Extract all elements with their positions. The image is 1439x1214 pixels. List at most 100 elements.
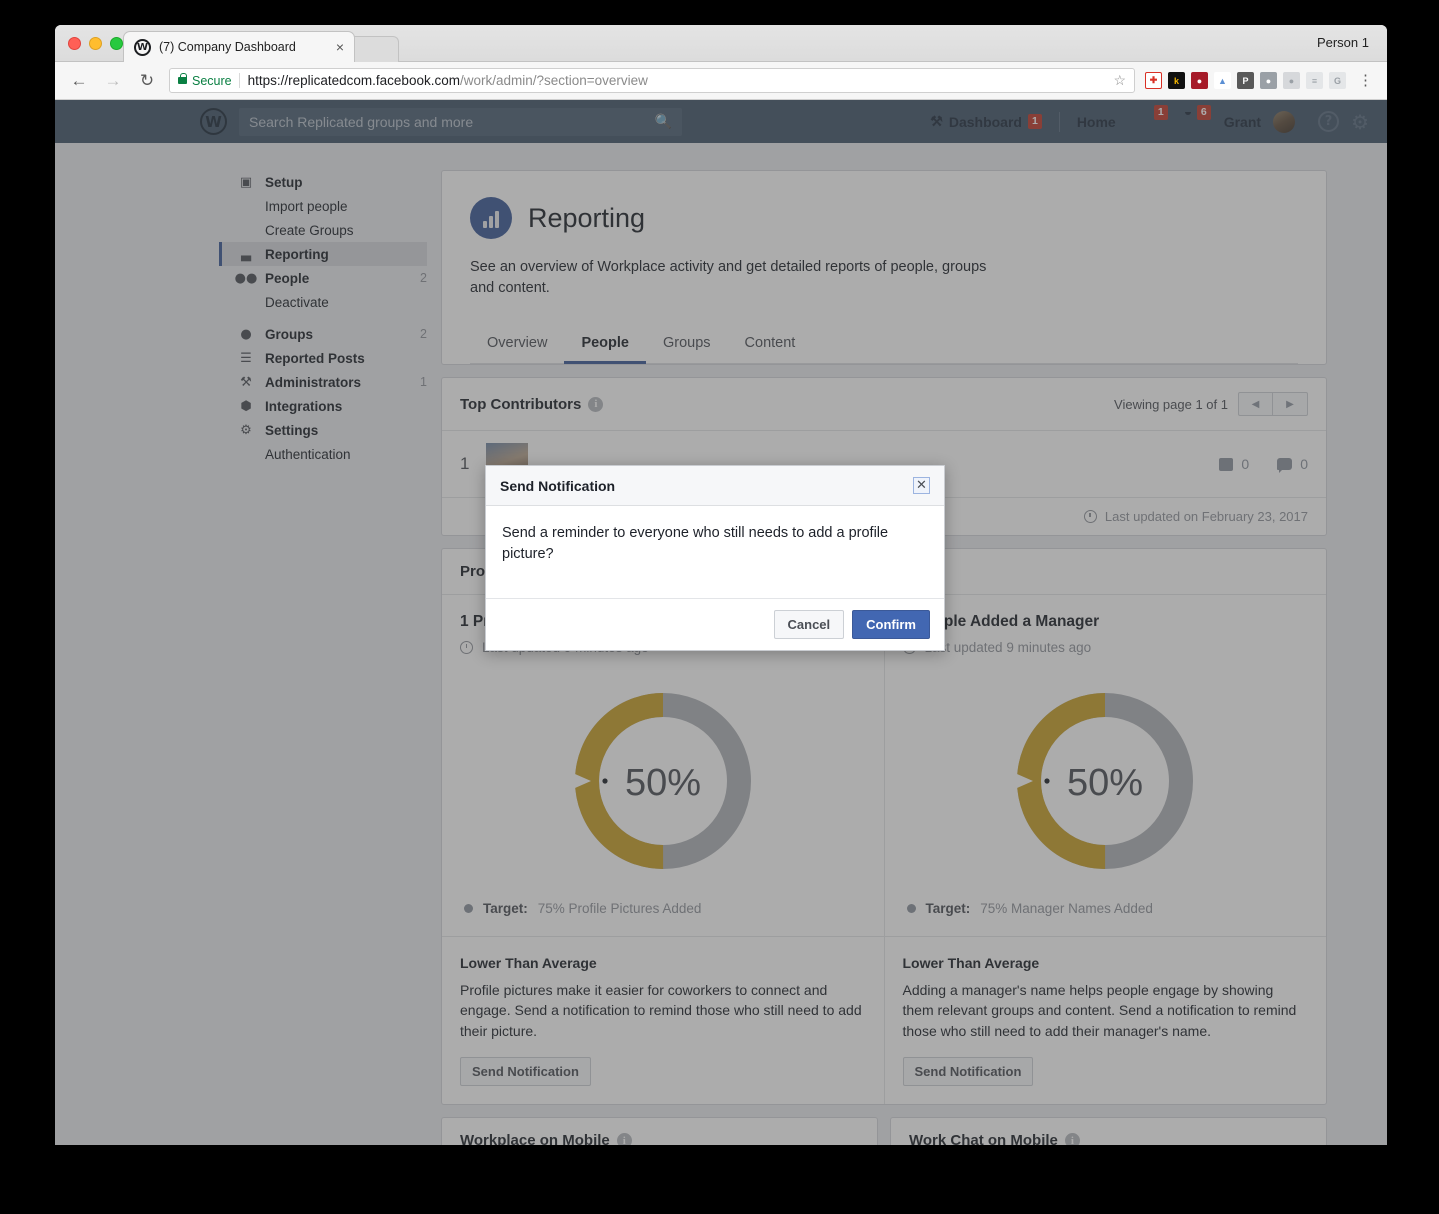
list-extension-icon[interactable]: ≡ (1306, 72, 1323, 89)
sidebar-item-integrations[interactable]: ⬢ Integrations (219, 394, 427, 418)
sidebar-item-import-people[interactable]: Import people (219, 194, 427, 218)
maximize-window-button[interactable] (110, 37, 123, 50)
metric-title: 1 People Added a Manager (902, 613, 1100, 631)
browser-tab[interactable]: W (7) Company Dashboard × (123, 31, 355, 62)
tab-groups[interactable]: Groups (646, 325, 728, 364)
workplace-favicon-icon: W (134, 38, 151, 56)
help-icon[interactable]: ? (1318, 111, 1340, 132)
record-extension-icon[interactable]: ● (1283, 72, 1300, 89)
red-cross-extension-icon[interactable]: ✚ (1145, 72, 1162, 89)
section-title: Workplace on Mobile (460, 1132, 610, 1145)
sidebar-item-setup[interactable]: ▣ Setup (219, 170, 427, 194)
confirm-button[interactable]: Confirm (852, 610, 930, 639)
close-icon[interactable]: ✕ (913, 477, 930, 494)
traffic-lights (68, 37, 123, 50)
shield-extension-icon[interactable]: ● (1191, 72, 1208, 89)
kite-k-extension-icon[interactable]: k (1168, 72, 1185, 89)
cancel-button[interactable]: Cancel (773, 610, 845, 639)
mountain-extension-icon[interactable]: ▲ (1214, 72, 1231, 89)
sidebar-item-settings[interactable]: ⚙ Settings (219, 418, 427, 442)
dialog-header: Send Notification ✕ (486, 466, 944, 506)
pagination-label: Viewing page 1 of 1 (1114, 396, 1228, 412)
next-page-button[interactable]: ▶ (1273, 392, 1308, 417)
notifications-badge: 6 (1196, 105, 1211, 121)
reload-button[interactable]: ↻ (135, 69, 159, 93)
omnibox-divider (238, 73, 240, 88)
pocket-p-extension-icon[interactable]: P (1237, 72, 1254, 89)
clock-icon (1083, 510, 1097, 524)
nav-user[interactable]: Grant (1213, 110, 1306, 133)
donut-center-label: 50% (625, 762, 701, 804)
legend-dot-icon (906, 904, 916, 914)
sidebar-item-reported-posts[interactable]: ☰ Reported Posts (219, 346, 427, 370)
metric-last-updated: Last updated 9 minutes ago (924, 640, 1092, 656)
nav-notifications[interactable]: 6 (1170, 105, 1213, 131)
close-window-button[interactable] (68, 37, 81, 50)
info-icon[interactable]: i (588, 396, 604, 412)
metrics-columns: 1 Profile Pictures AddedLast updated 9 m… (442, 595, 1326, 1105)
window-titlebar: W (7) Company Dashboard × Person 1 (55, 25, 1387, 62)
sidebar-item-reporting[interactable]: ▃ Reporting (219, 242, 427, 266)
legend-dot-icon (464, 904, 473, 914)
forward-button[interactable]: → (101, 69, 125, 93)
browser-window: W (7) Company Dashboard × Person 1 ← → ↻… (55, 25, 1387, 1145)
bell-icon: 6 (1181, 105, 1211, 131)
topbar-divider (1058, 111, 1060, 132)
info-icon[interactable]: i (616, 1133, 632, 1145)
close-tab-icon[interactable]: × (336, 40, 344, 54)
sidebar-item-count: 2 (420, 327, 427, 341)
search-input[interactable]: Search Replicated groups and more 🔍 (239, 107, 682, 136)
info-icon[interactable]: i (1064, 1133, 1080, 1145)
gear-icon: ⚙ (240, 422, 252, 438)
sidebar-item-label: Import people (265, 198, 348, 214)
send-notification-button[interactable]: Send Notification (902, 1057, 1034, 1087)
contributor-rank: 1 (460, 454, 470, 474)
prev-page-button[interactable]: ◀ (1238, 392, 1273, 417)
tab-overview[interactable]: Overview (470, 325, 564, 364)
advice-title: Lower Than Average (902, 955, 1040, 972)
page-viewport: W Search Replicated groups and more 🔍 ⚒ … (55, 100, 1387, 1145)
shield-gray-extension-icon[interactable]: ● (1260, 72, 1277, 89)
sidebar-item-authentication[interactable]: Authentication (219, 442, 427, 466)
box-icon: ⬢ (240, 398, 252, 414)
sidebar-item-groups[interactable]: ● Groups 2 (219, 322, 427, 346)
sidebar-item-create-groups[interactable]: Create Groups (219, 218, 427, 242)
search-icon[interactable]: 🔍 (655, 113, 672, 130)
advice-block: Lower Than Average Profile pictures make … (442, 936, 884, 1104)
legend-label: Target: (483, 901, 528, 917)
back-button[interactable]: ← (67, 69, 91, 93)
new-tab-button[interactable] (349, 36, 399, 62)
browser-toolbar: ← → ↻ Secure https://replicatedcom.faceb… (55, 62, 1387, 100)
google-g-extension-icon[interactable]: G (1329, 72, 1346, 89)
minimize-window-button[interactable] (89, 37, 102, 50)
profile-person-label: Person 1 (1316, 35, 1369, 50)
dialog-body: Send a reminder to everyone who still ne… (502, 525, 889, 563)
bar-chart-icon: ▃ (241, 246, 251, 262)
sidebar-item-deactivate[interactable]: Deactivate (219, 290, 427, 314)
chrome-menu-icon[interactable]: ⋮ (1356, 73, 1375, 88)
url-origin: https://replicatedcom.facebook.com (247, 73, 460, 88)
sidebar-item-people[interactable]: ●● People 2 (219, 266, 427, 290)
contributor-stats: 0 0 (1219, 456, 1308, 474)
gear-icon[interactable]: ⚙ (1351, 112, 1369, 132)
dashboard-badge: 1 (1027, 113, 1042, 130)
nav-messages[interactable]: 1 (1127, 105, 1170, 131)
tab-people[interactable]: People (564, 325, 646, 365)
sidebar-item-count: 1 (420, 375, 427, 389)
posts-stat: 0 (1219, 456, 1249, 472)
last-updated-label: Last updated on February 23, 2017 (1104, 509, 1308, 525)
clock-icon (460, 641, 473, 655)
nav-home-label: Home (1076, 113, 1116, 130)
reporting-header: Reporting See an overview of Workplace a… (442, 171, 1326, 365)
tab-content[interactable]: Content (728, 325, 813, 364)
send-notification-dialog: Send Notification ✕ Send a reminder to e… (485, 465, 945, 651)
sidebar-item-administrators[interactable]: ⚒ Administrators 1 (219, 370, 427, 394)
nav-dashboard[interactable]: ⚒ Dashboard 1 (919, 113, 1053, 130)
address-bar[interactable]: Secure https://replicatedcom.facebook.co… (169, 68, 1135, 93)
nav-home[interactable]: Home (1066, 114, 1127, 130)
donut-container: 50% (442, 655, 884, 891)
send-notification-button[interactable]: Send Notification (460, 1057, 591, 1087)
workplace-logo-icon[interactable]: W (200, 108, 227, 135)
sidebar-item-label: Reporting (265, 246, 329, 262)
bookmark-star-icon[interactable]: ☆ (1105, 72, 1126, 89)
